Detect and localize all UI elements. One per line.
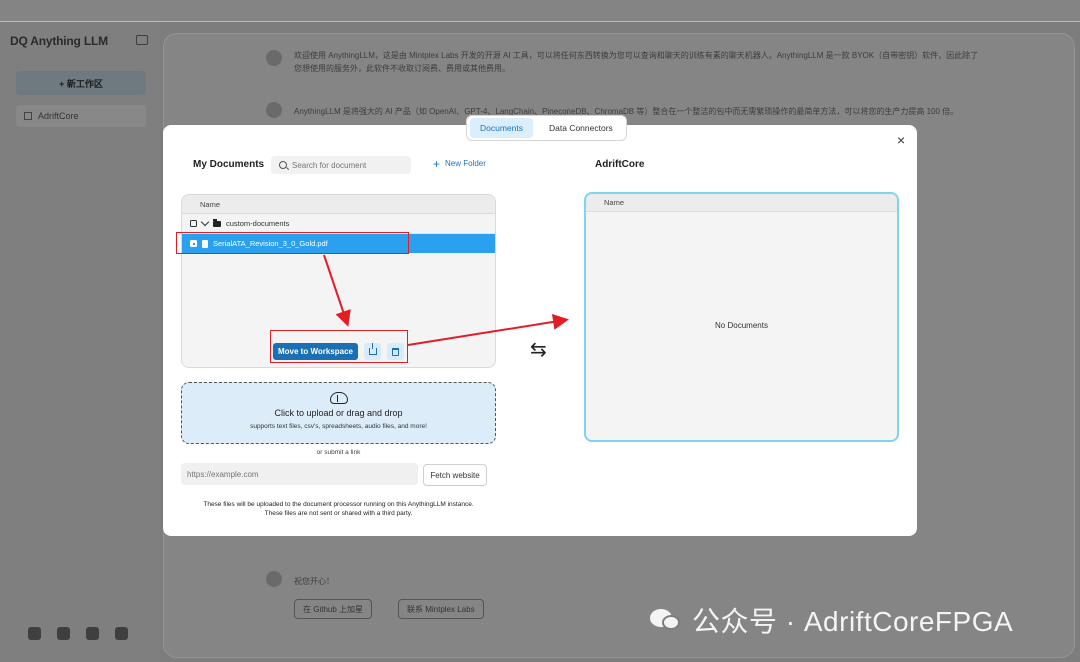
chat-line: 祝您开心！ <box>294 577 334 586</box>
upload-disclaimer: These files will be uploaded to the docu… <box>181 500 496 518</box>
fetch-website-button[interactable]: Fetch website <box>423 464 487 486</box>
community-icon[interactable] <box>28 627 41 640</box>
swap-arrows-icon: ⇆ <box>530 339 547 361</box>
new-folder-button[interactable]: + New Folder <box>433 156 486 171</box>
disclaimer-line: These files are not sent or shared with … <box>264 510 413 517</box>
chat-line: 您想使用的服务外，此软件不收取订阅费、费用或其他费用。 <box>294 64 510 73</box>
sidebar-item-workspace[interactable]: AdriftCore <box>16 105 146 127</box>
new-workspace-button[interactable]: + 新工作区 <box>16 71 146 95</box>
wechat-icon <box>650 607 682 633</box>
tab-documents[interactable]: Documents <box>470 118 533 138</box>
column-header-name: Name <box>586 194 897 212</box>
assistant-avatar <box>266 50 282 66</box>
tab-data-connectors[interactable]: Data Connectors <box>539 118 623 138</box>
upload-subtitle: supports text files, csv's, spreadsheets… <box>250 423 427 430</box>
cloud-upload-icon <box>329 392 348 404</box>
column-header-name: Name <box>182 195 495 214</box>
workspace-documents-list: Name No Documents <box>584 192 899 442</box>
discord-icon[interactable] <box>86 627 99 640</box>
annotation-box-file <box>176 232 409 254</box>
assistant-avatar <box>266 102 282 118</box>
settings-wrench-icon[interactable] <box>115 627 128 640</box>
new-folder-label: New Folder <box>445 159 486 168</box>
github-star-button[interactable]: 在 Github 上加星 <box>294 599 373 619</box>
workspace-title: AdriftCore <box>595 159 645 170</box>
url-input[interactable] <box>181 463 418 485</box>
assistant-avatar <box>266 571 282 587</box>
workspace-icon <box>24 112 32 120</box>
disclaimer-line: These files will be uploaded to the docu… <box>203 501 474 508</box>
watermark-text: 公众号 · AdriftCoreFPGA <box>692 606 1014 637</box>
app-sidebar: DQ Anything LLM + 新工作区 AdriftCore <box>0 23 160 662</box>
chat-line: AnythingLLM 是将强大的 AI 产品（如 OpenAI、GPT-4、L… <box>294 107 959 116</box>
search-icon <box>279 161 287 169</box>
folder-checkbox[interactable] <box>190 220 197 227</box>
docs-icon[interactable] <box>57 627 70 640</box>
sidebar-footer <box>28 627 128 640</box>
sidebar-item-label: AdriftCore <box>38 111 79 121</box>
modal-tabs: Documents Data Connectors <box>466 115 627 141</box>
or-submit-link: or submit a link <box>316 449 361 456</box>
folder-icon <box>213 219 221 227</box>
app-logo: DQ Anything LLM <box>10 34 108 48</box>
annotation-box-move <box>270 330 408 363</box>
watermark: 公众号 · AdriftCoreFPGA <box>650 600 1013 640</box>
search-input[interactable] <box>292 160 402 170</box>
empty-state: No Documents <box>715 321 768 330</box>
chat-line: 欢迎使用 AnythingLLM，这是由 Mintplex Labs 开发的开源… <box>294 51 979 60</box>
close-icon[interactable]: × <box>897 133 905 147</box>
sidebar-toggle-icon[interactable] <box>136 35 148 45</box>
upload-dropzone[interactable]: Click to upload or drag and drop support… <box>181 382 496 444</box>
plus-icon: + <box>433 156 441 171</box>
my-documents-title: My Documents <box>193 159 265 170</box>
top-strip <box>0 0 1080 22</box>
folder-row[interactable]: custom-documents <box>182 214 495 234</box>
folder-name: custom-documents <box>226 219 290 228</box>
document-search <box>271 156 411 174</box>
upload-title: Click to upload or drag and drop <box>274 408 403 418</box>
chevron-down-icon[interactable] <box>200 217 210 227</box>
contact-button[interactable]: 联系 Mintplex Labs <box>398 599 484 619</box>
